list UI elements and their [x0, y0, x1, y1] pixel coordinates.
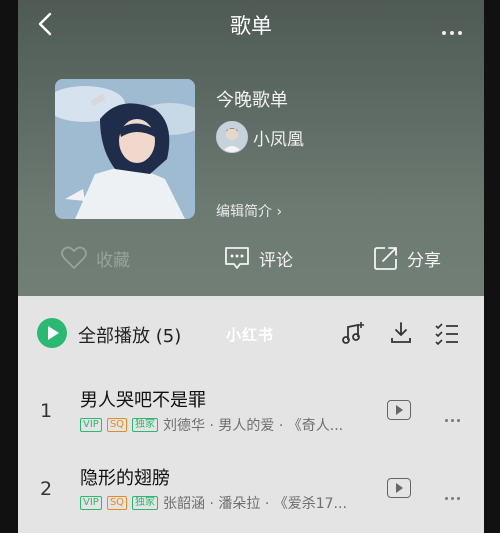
favorite-label: 收藏 — [96, 250, 130, 271]
more-horizontal-icon[interactable] — [442, 485, 460, 504]
sq-badge: SQ — [106, 496, 128, 510]
play-all-bar: 全部播放 (5) 小红书 — [18, 296, 484, 372]
creator-name[interactable]: 小凤凰 — [253, 125, 304, 150]
song-meta: VIP SQ 独家 张韶涵 · 潘朵拉 · 《爱杀17... — [80, 494, 347, 512]
share-button[interactable]: 分享 — [373, 240, 441, 276]
play-all-button[interactable]: 全部播放 (5) — [78, 322, 181, 348]
mv-play-icon[interactable] — [387, 478, 411, 498]
artist-album: 刘德华 · 男人的爱 · 《奇人... — [163, 418, 344, 434]
mv-play-icon[interactable] — [387, 400, 411, 420]
share-icon — [374, 247, 397, 270]
playlist-cover-image[interactable] — [55, 79, 195, 219]
app-window: 歌单 今晚歌单 小凤凰 编辑简介 › 收藏 评论 分享 全部播放 (5) 小红书… — [18, 0, 484, 533]
favorite-button[interactable]: 收藏 — [60, 240, 130, 276]
list-item[interactable]: 2 隐形的翅膀 VIP SQ 独家 张韶涵 · 潘朵拉 · 《爱杀17... — [18, 450, 484, 528]
playlist-header: 歌单 今晚歌单 小凤凰 编辑简介 › 收藏 评论 分享 — [18, 0, 484, 296]
action-bar: 收藏 评论 分享 — [18, 240, 484, 276]
track-number: 2 — [40, 478, 53, 500]
more-horizontal-icon[interactable] — [442, 407, 460, 426]
exclusive-badge: 独家 — [132, 496, 159, 510]
more-horizontal-icon[interactable] — [438, 20, 462, 39]
avatar[interactable] — [216, 121, 248, 153]
heart-icon — [61, 246, 87, 269]
song-list: 全部播放 (5) 小红书 1 男人哭吧不是罪 VIP SQ 独家 刘德华 · 男… — [18, 296, 484, 533]
top-bar: 歌单 — [18, 0, 484, 50]
playlist-title: 今晚歌单 — [216, 90, 288, 111]
comment-label: 评论 — [259, 250, 293, 271]
music-note-add-icon[interactable] — [340, 320, 366, 346]
vip-badge: VIP — [80, 496, 102, 510]
share-label: 分享 — [407, 250, 441, 271]
exclusive-badge: 独家 — [132, 418, 159, 432]
download-icon[interactable] — [388, 320, 414, 346]
track-number: 1 — [40, 400, 53, 422]
vip-badge: VIP — [80, 418, 102, 432]
edit-intro-link[interactable]: 编辑简介 › — [216, 201, 282, 221]
watermark-text: 小红书 — [226, 326, 275, 344]
song-title[interactable]: 男人哭吧不是罪 — [80, 386, 206, 412]
sq-badge: SQ — [106, 418, 128, 432]
comment-icon — [225, 247, 249, 269]
multi-select-icon[interactable] — [434, 320, 460, 346]
song-title[interactable]: 隐形的翅膀 — [80, 464, 170, 490]
screen: 歌单 今晚歌单 小凤凰 编辑简介 › 收藏 评论 分享 全部播放 (5) 小红书… — [0, 0, 500, 533]
page-title: 歌单 — [230, 14, 272, 38]
song-meta: VIP SQ 独家 刘德华 · 男人的爱 · 《奇人... — [80, 416, 343, 434]
play-all-icon[interactable] — [37, 318, 67, 348]
list-item[interactable]: 1 男人哭吧不是罪 VIP SQ 独家 刘德华 · 男人的爱 · 《奇人... — [18, 372, 484, 450]
artist-album: 张韶涵 · 潘朵拉 · 《爱杀17... — [163, 496, 347, 512]
comment-button[interactable]: 评论 — [223, 240, 293, 276]
